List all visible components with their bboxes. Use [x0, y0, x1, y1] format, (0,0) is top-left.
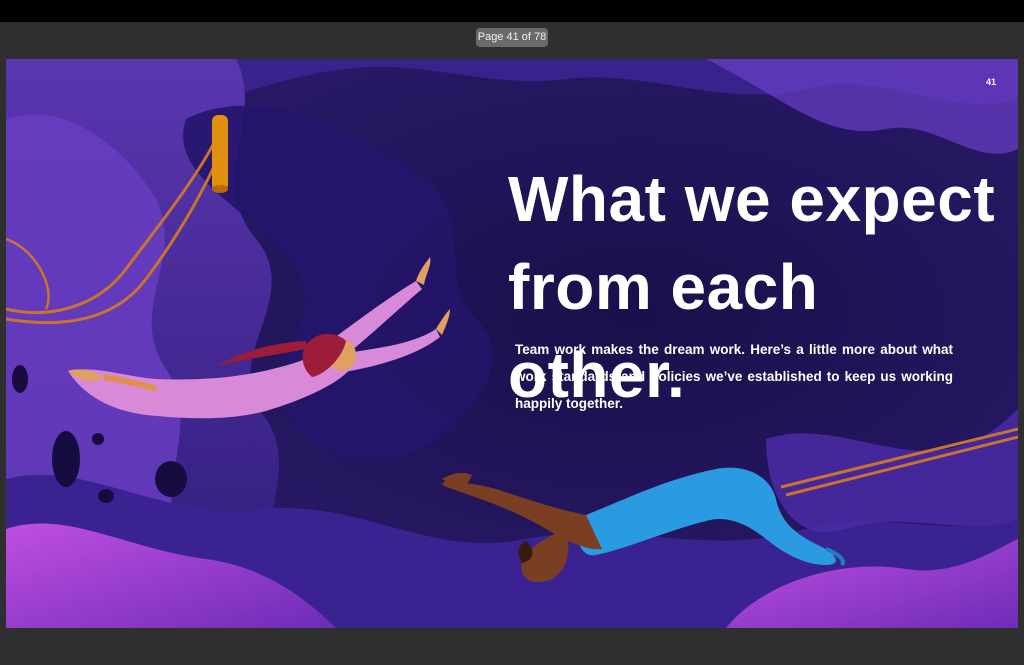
blob-1 [52, 431, 80, 487]
window-top-bar [0, 0, 1024, 22]
page-body-text: Team work makes the dream work. Here’s a… [515, 342, 953, 411]
headline-line-1: What we expect [508, 163, 996, 235]
blob-4 [155, 461, 187, 497]
blob-5 [12, 365, 28, 393]
trapeze-bar-icon [212, 115, 228, 191]
trapeze-bar-end [212, 185, 228, 193]
page-number: 41 [985, 77, 996, 87]
blob-2 [92, 433, 104, 445]
page-indicator: Page 41 of 78 [476, 28, 548, 47]
blob-3 [98, 489, 114, 503]
document-page: 41 What we expect from each other. Team … [6, 59, 1018, 628]
